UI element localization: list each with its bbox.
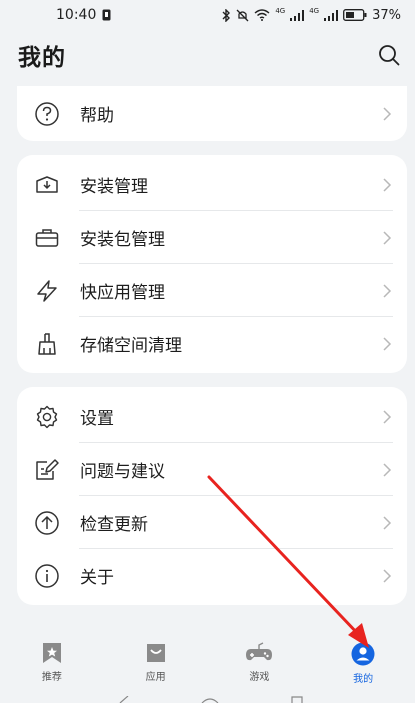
chevron-right-icon bbox=[383, 336, 392, 351]
package-icon bbox=[33, 224, 61, 252]
help-card: 帮助 bbox=[17, 86, 407, 141]
network-type-1: 4G bbox=[275, 7, 286, 15]
menu-item-label: 问题与建议 bbox=[80, 462, 165, 482]
apps-bag-icon bbox=[146, 644, 165, 662]
gamepad-icon bbox=[246, 642, 273, 661]
network-type-2: 4G bbox=[309, 7, 320, 15]
settings-card: 设置 问题与建议 检查更新 关于 bbox=[17, 387, 407, 605]
page-title: 我的 bbox=[18, 45, 66, 71]
menu-item-label: 设置 bbox=[80, 409, 114, 429]
bottom-nav: 推荐 应用 游戏 我的 bbox=[0, 630, 415, 703]
nav-label: 推荐 bbox=[41, 672, 62, 683]
chevron-right-icon bbox=[383, 409, 392, 424]
chevron-right-icon bbox=[383, 106, 392, 121]
wifi-icon bbox=[254, 9, 270, 21]
notification-icon bbox=[102, 9, 111, 21]
help-circle-icon bbox=[33, 100, 61, 128]
nav-label: 我的 bbox=[353, 674, 374, 685]
battery-icon bbox=[343, 9, 367, 21]
mute-icon bbox=[236, 9, 249, 21]
chevron-right-icon bbox=[383, 283, 392, 298]
header: 我的 bbox=[0, 30, 415, 80]
broom-icon bbox=[33, 330, 61, 358]
menu-item-check-update[interactable]: 检查更新 bbox=[17, 496, 407, 549]
menu-item-label: 检查更新 bbox=[80, 515, 148, 535]
menu-item-install-management[interactable]: 安装管理 bbox=[17, 158, 407, 211]
nav-tab-games[interactable]: 游戏 bbox=[214, 642, 304, 703]
battery-percent: 37% bbox=[372, 7, 401, 23]
update-icon bbox=[33, 509, 61, 537]
info-icon bbox=[33, 562, 61, 590]
nav-tab-recommend[interactable]: 推荐 bbox=[7, 642, 97, 703]
status-time: 10:40 bbox=[56, 7, 97, 23]
menu-item-quick-app-management[interactable]: 快应用管理 bbox=[17, 264, 407, 317]
menu-item-feedback[interactable]: 问题与建议 bbox=[17, 443, 407, 496]
gear-icon bbox=[33, 403, 61, 431]
menu-item-label: 快应用管理 bbox=[80, 283, 165, 303]
menu-item-package-management[interactable]: 安装包管理 bbox=[17, 211, 407, 264]
menu-item-label: 关于 bbox=[80, 568, 114, 588]
nav-tab-apps[interactable]: 应用 bbox=[111, 642, 201, 703]
quick-app-icon bbox=[33, 277, 61, 305]
signal-icon bbox=[290, 9, 305, 21]
recommend-icon bbox=[42, 643, 61, 663]
nav-label: 应用 bbox=[145, 672, 166, 683]
system-nav-hint bbox=[119, 696, 303, 703]
status-bar: 10:40 4G 4G 37% bbox=[0, 0, 415, 30]
menu-item-settings[interactable]: 设置 bbox=[17, 390, 407, 443]
nav-tab-mine[interactable]: 我的 bbox=[318, 642, 408, 703]
menu-item-label: 安装管理 bbox=[80, 177, 148, 197]
menu-item-label: 帮助 bbox=[80, 106, 114, 126]
menu-item-storage-cleanup[interactable]: 存储空间清理 bbox=[17, 317, 407, 370]
menu-item-label: 安装包管理 bbox=[80, 230, 165, 250]
chevron-right-icon bbox=[383, 230, 392, 245]
bluetooth-icon bbox=[222, 8, 231, 22]
install-box-icon bbox=[33, 171, 61, 199]
nav-label: 游戏 bbox=[249, 672, 270, 683]
chevron-right-icon bbox=[383, 177, 392, 192]
feedback-icon bbox=[33, 456, 61, 484]
profile-icon bbox=[351, 642, 375, 666]
chevron-right-icon bbox=[383, 462, 392, 477]
signal-icon-2 bbox=[324, 9, 339, 21]
management-card: 安装管理 安装包管理 快应用管理 存储空间清理 bbox=[17, 155, 407, 373]
chevron-right-icon bbox=[383, 515, 392, 530]
menu-item-label: 存储空间清理 bbox=[80, 336, 182, 356]
search-icon[interactable] bbox=[377, 43, 401, 67]
chevron-right-icon bbox=[383, 568, 392, 583]
menu-item-help[interactable]: 帮助 bbox=[17, 86, 407, 141]
menu-item-about[interactable]: 关于 bbox=[17, 549, 407, 602]
